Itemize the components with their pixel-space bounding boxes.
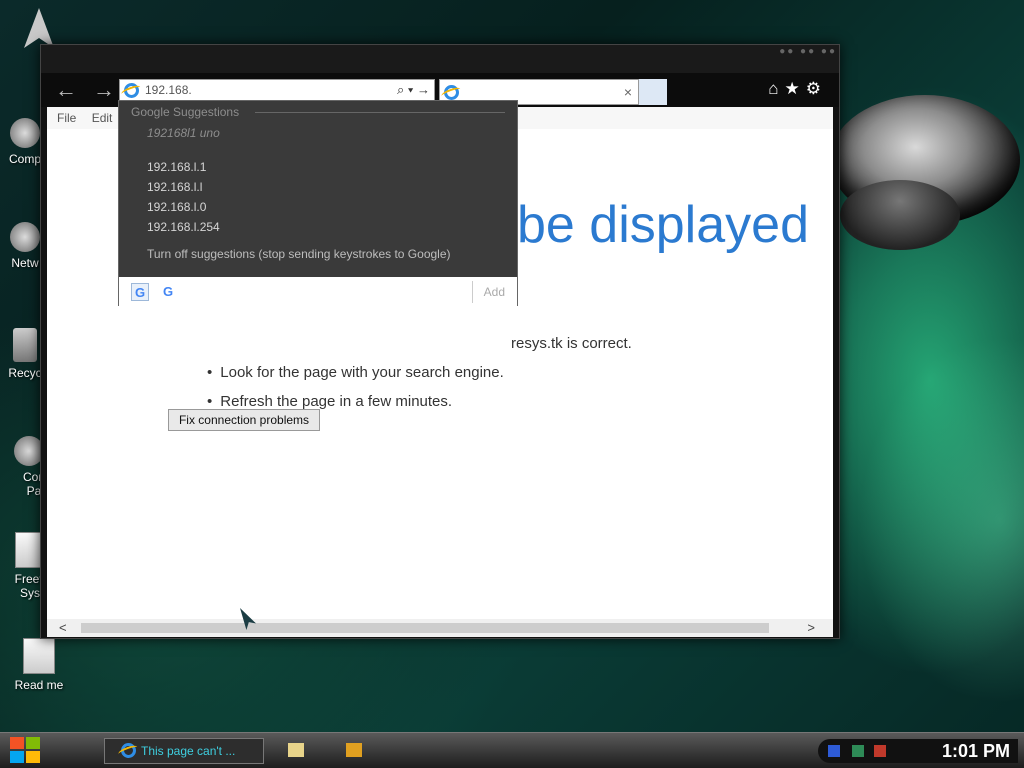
fix-connection-button[interactable]: Fix connection problems (168, 409, 320, 431)
window-titlebar[interactable]: ●● ●● ●● (41, 45, 839, 73)
scroll-thumb[interactable] (81, 623, 769, 633)
error-line-search: • Look for the page with your search engi… (207, 364, 504, 381)
flag-icon[interactable] (828, 745, 840, 757)
suggestions-divider (255, 112, 505, 113)
starfleet-icon (24, 8, 54, 48)
add-separator (472, 281, 473, 303)
menu-file[interactable]: File (57, 111, 76, 125)
suggestion-history-item[interactable]: 192168l1 uno (147, 126, 220, 140)
windows-logo-icon (26, 737, 40, 749)
window-controls-icon[interactable]: ●● ●● ●● (779, 46, 837, 57)
search-provider-bar: G G Add (119, 277, 517, 307)
new-tab-button[interactable] (639, 79, 667, 105)
ufo-dome-wallpaper-art (840, 180, 960, 250)
address-bar[interactable]: 192.168. ⌕ ▾ → (119, 79, 435, 101)
windows-logo-icon (10, 751, 24, 763)
windows-logo-icon (10, 737, 24, 749)
network-tray-icon[interactable] (852, 745, 864, 757)
google-provider-icon-selected[interactable]: G (131, 283, 149, 301)
ie-icon (124, 82, 139, 98)
turn-off-suggestions-link[interactable]: Turn off suggestions (stop sending keyst… (147, 247, 451, 261)
clock[interactable]: 1:01 PM (942, 739, 1010, 763)
computer-icon (10, 118, 40, 148)
taskbar-browser-button[interactable]: This page can't ... (104, 738, 264, 764)
system-tray: 1:01 PM (818, 739, 1018, 763)
scroll-left-icon[interactable]: < (59, 620, 67, 635)
suggestion-item[interactable]: 192.168.l.1 (147, 160, 206, 174)
network-icon (10, 222, 40, 252)
recycle-bin-icon (13, 328, 37, 362)
search-dropdown-go-icons[interactable]: ⌕ ▾ → (397, 82, 430, 98)
desktop-icon-label: Read me (14, 678, 64, 692)
menu-edit[interactable]: Edit (92, 111, 113, 125)
media-player-icon[interactable] (346, 743, 362, 757)
back-button[interactable]: ← (55, 77, 77, 103)
folder-icon[interactable] (288, 743, 304, 757)
start-button[interactable] (10, 737, 42, 765)
taskbar: This page can't ... 1:01 PM (0, 732, 1024, 768)
suggestions-dropdown: Google Suggestions 192168l1 uno 192.168.… (118, 100, 518, 307)
error-line-refresh: • Refresh the page in a few minutes. (207, 393, 453, 410)
error-heading: be displayed (517, 196, 809, 254)
desktop-icon-read-me[interactable]: Read me (4, 638, 74, 692)
suggestions-header: Google Suggestions (131, 105, 240, 119)
home-favorites-settings-icons[interactable]: ⌂★⚙ (768, 79, 827, 99)
google-provider-icon[interactable]: G (159, 283, 177, 301)
ie-icon (121, 743, 136, 758)
scroll-right-icon[interactable]: > (807, 620, 815, 635)
forward-button[interactable]: → (93, 77, 115, 103)
ie-icon (444, 84, 459, 100)
suggestion-item[interactable]: 192.168.l.254 (147, 220, 220, 234)
add-provider-button[interactable]: Add (484, 285, 505, 299)
document-icon (23, 638, 55, 674)
taskbar-button-label: This page can't ... (141, 744, 236, 758)
error-line-url: resys.tk is correct. (511, 335, 632, 352)
horizontal-scrollbar[interactable]: < > (47, 619, 833, 637)
address-input[interactable]: 192.168. (145, 83, 397, 97)
volume-icon[interactable] (874, 745, 886, 757)
suggestion-item[interactable]: 192.168.l.l (147, 180, 202, 194)
suggestion-item[interactable]: 192.168.l.0 (147, 200, 206, 214)
windows-logo-icon (26, 751, 40, 763)
close-tab-icon[interactable]: × (624, 84, 632, 100)
